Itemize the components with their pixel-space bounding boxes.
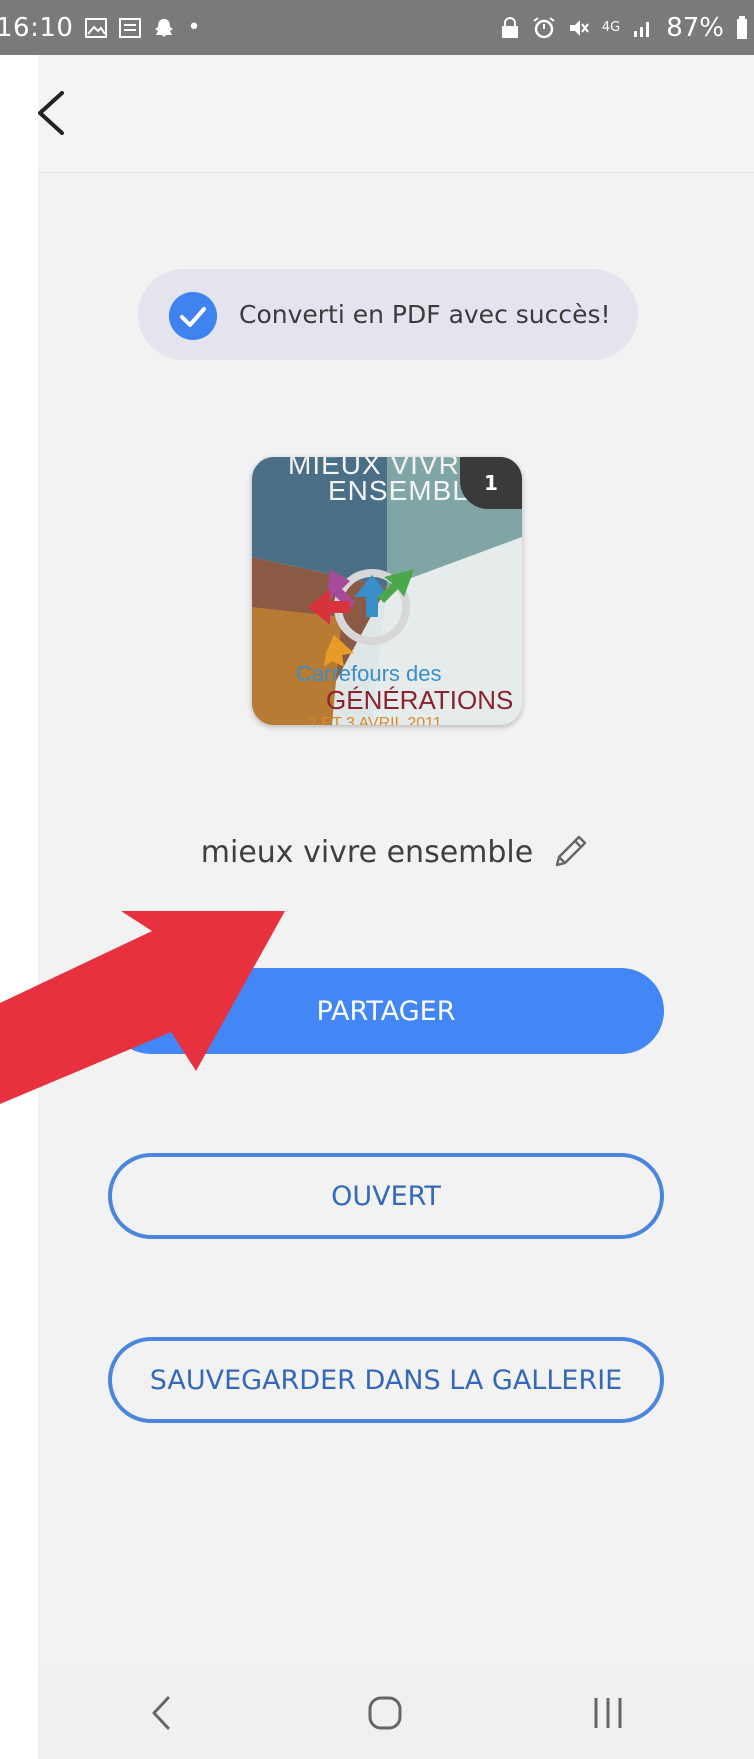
file-name: mieux vivre ensemble (200, 834, 534, 870)
back-arrow-icon[interactable] (38, 85, 82, 141)
app-bar (38, 55, 754, 173)
app-screen: Converti en PDF avec succès! MIEUX VIVRE… (38, 0, 754, 1759)
red-annotation-arrow (0, 911, 285, 1104)
poster-line2: GÉNÉRATIONS (326, 685, 514, 715)
signal-icon (634, 21, 650, 37)
nav-recents-icon[interactable] (586, 1688, 630, 1738)
open-button[interactable]: OUVERT (108, 1153, 664, 1239)
gallery-notification-icon (85, 17, 108, 38)
save-to-gallery-button[interactable]: SAUVEGARDER DANS LA GALLERIE (108, 1337, 664, 1423)
dot-notification-icon: • (187, 14, 201, 40)
pencil-icon[interactable] (549, 831, 591, 873)
mute-icon (569, 19, 589, 36)
snapchat-notification-icon (155, 18, 174, 37)
pdf-thumbnail[interactable]: MIEUX VIVRE ENSEMBLE Carrefours des GÉNÉ… (252, 457, 522, 725)
battery-level: 87% (666, 12, 724, 43)
network-type: 4G (601, 20, 621, 35)
page-count-badge: 1 (460, 457, 522, 509)
check-circle-icon (169, 292, 217, 340)
battery-icon (737, 15, 747, 39)
nav-home-icon[interactable] (360, 1688, 410, 1738)
status-time: 16:10 (0, 12, 74, 43)
nav-back-icon[interactable] (142, 1688, 182, 1738)
news-notification-icon (119, 17, 142, 38)
success-text: Converti en PDF avec succès! (239, 300, 611, 329)
alarm-icon (533, 16, 555, 38)
poster-line3: 2 ET 3 AVRIL 2011 (308, 715, 442, 725)
navigation-bar (38, 1670, 754, 1759)
status-bar: 16:10 • 4G 87% (0, 0, 754, 55)
lock-icon (501, 16, 518, 38)
poster-line1: Carrefours des (296, 661, 442, 686)
file-name-row: mieux vivre ensemble (38, 822, 754, 882)
success-message: Converti en PDF avec succès! (138, 269, 638, 360)
